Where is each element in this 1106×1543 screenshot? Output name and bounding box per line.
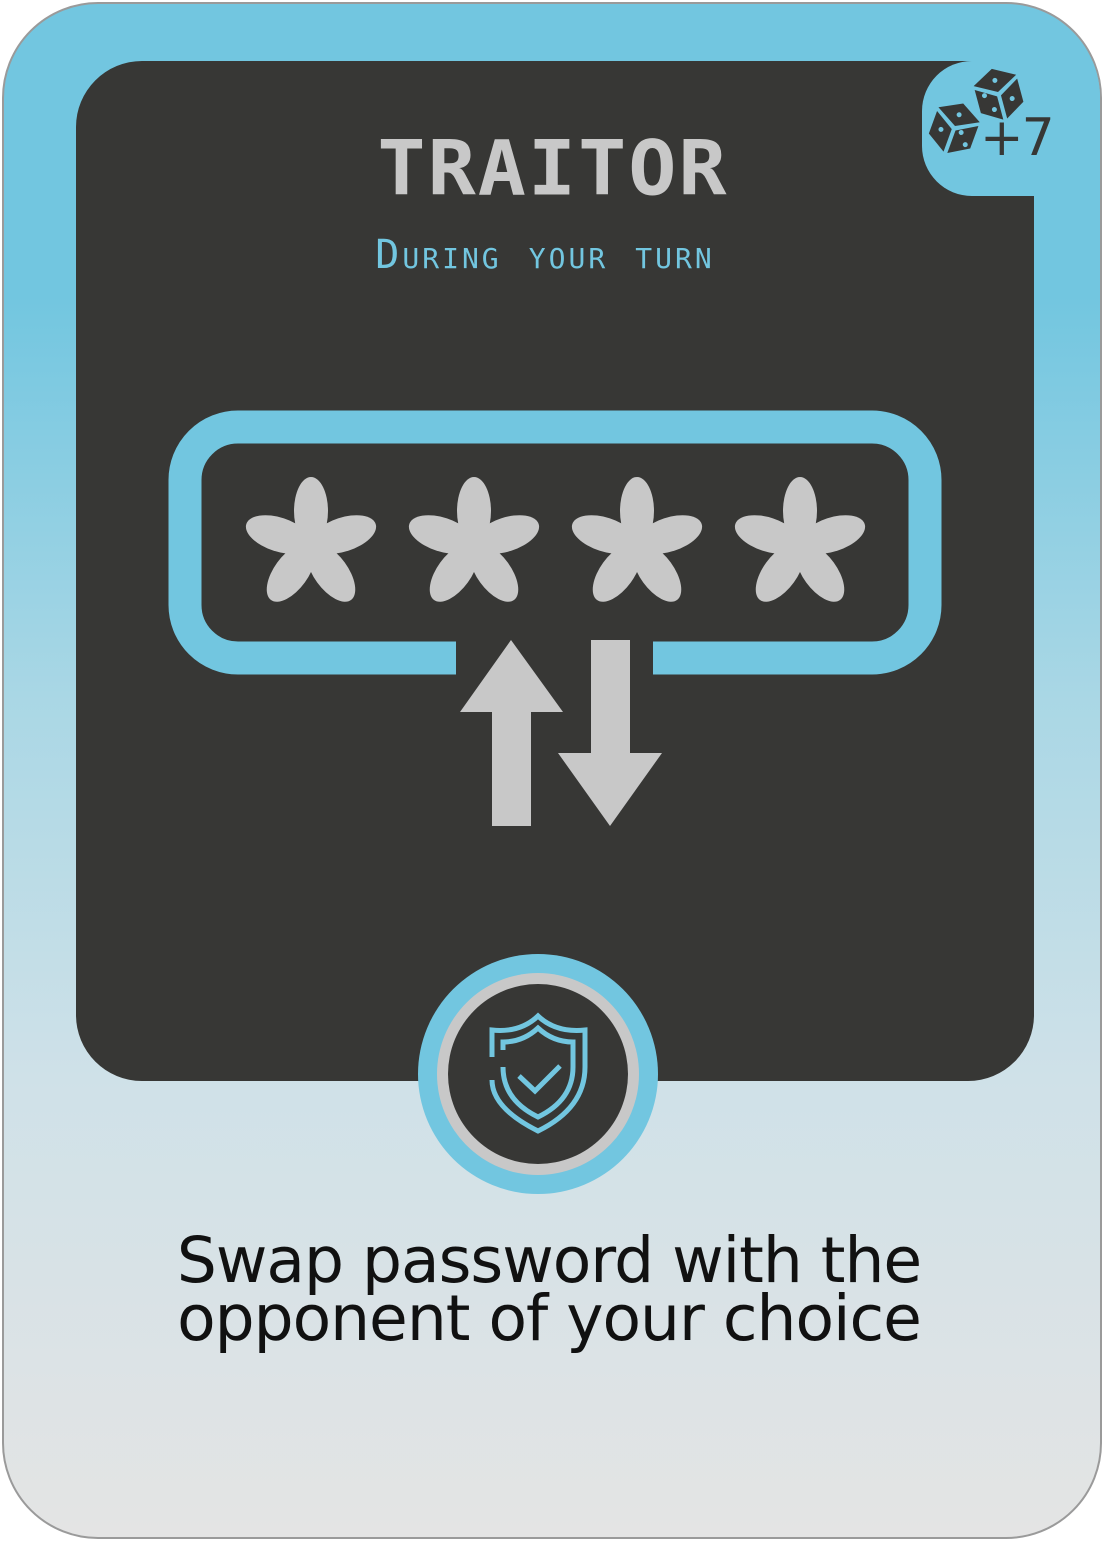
- description-line-2: opponent of your choice: [177, 1282, 922, 1355]
- asterisk-icon: [245, 477, 377, 602]
- card-timing: During your turn: [375, 232, 715, 278]
- asterisk-icon: [734, 477, 866, 602]
- asterisk-icon: [571, 477, 703, 602]
- swap-arrows-icon: [460, 640, 662, 826]
- card-type-emblem: [418, 954, 658, 1194]
- card-description: Swap password with the opponent of your …: [0, 1229, 1098, 1355]
- asterisk-icon: [408, 477, 540, 602]
- card-title: TRAITOR: [377, 124, 729, 213]
